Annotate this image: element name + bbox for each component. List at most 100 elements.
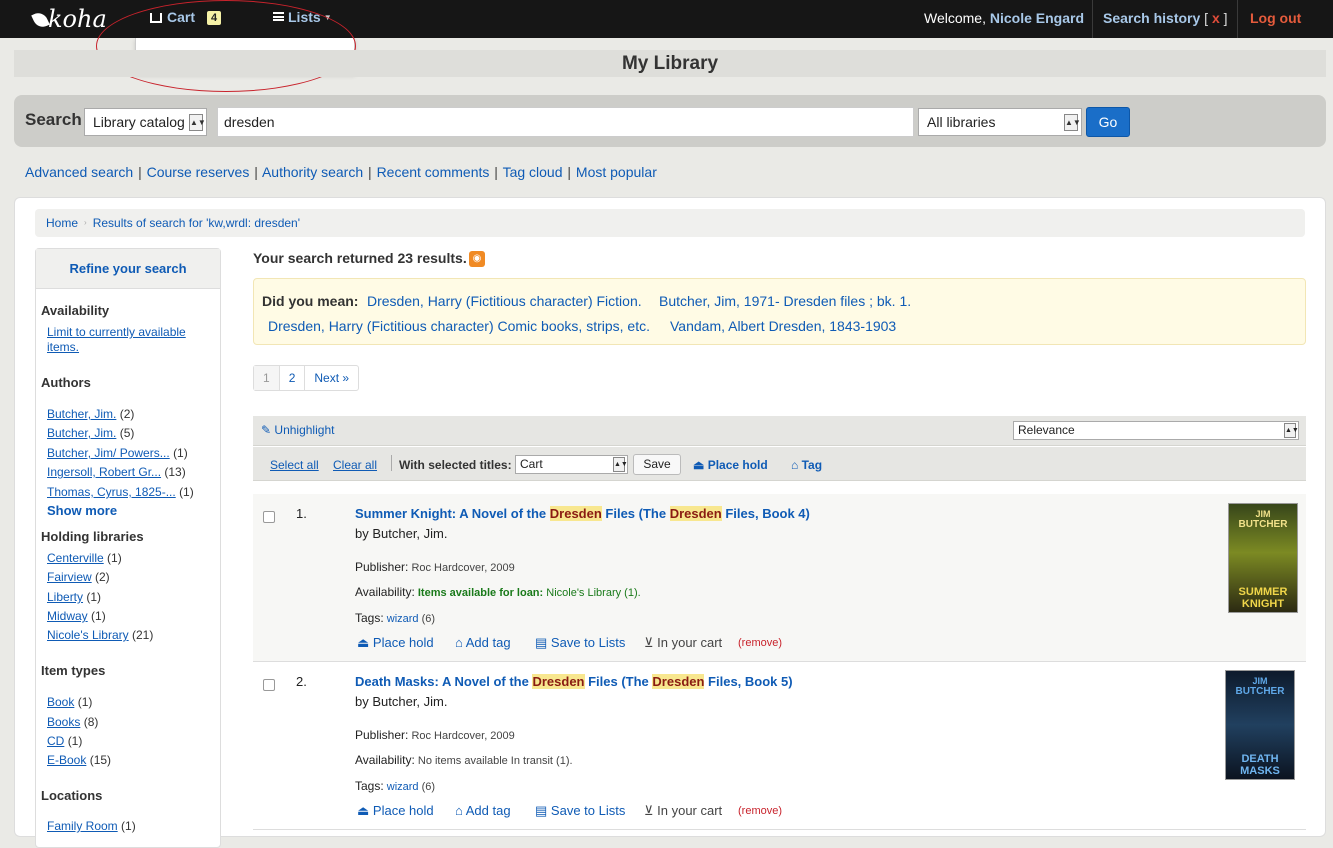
facet-library-link[interactable]: Liberty [47, 590, 83, 604]
authority-search-link[interactable]: Authority search [262, 164, 363, 180]
book-cover[interactable]: JIM BUTCHER SUMMER KNIGHT [1228, 503, 1298, 613]
cart-button[interactable]: Cart 4 [150, 9, 222, 26]
koha-logo[interactable]: koha [31, 5, 107, 33]
facet-library-link[interactable]: Nicole's Library [47, 628, 129, 642]
cart-label: Cart [167, 9, 196, 25]
facet-author-link[interactable]: Butcher, Jim. [47, 426, 116, 440]
facet-author-item[interactable]: Butcher, Jim. (5) [47, 426, 134, 440]
nav-divider [1092, 0, 1093, 38]
suggestion-link[interactable]: Butcher, Jim, 1971- Dresden files ; bk. … [659, 293, 911, 309]
facet-library-item[interactable]: Midway (1) [47, 609, 106, 623]
suggestion-link[interactable]: Dresden, Harry (Fictitious character) Fi… [367, 293, 642, 309]
record-title-link[interactable]: Summer Knight: A Novel of the Dresden Fi… [355, 506, 810, 521]
search-history-link[interactable]: Search history [ x ] [1103, 10, 1228, 26]
recent-comments-link[interactable]: Recent comments [377, 164, 490, 180]
tag-link[interactable]: wizard [387, 613, 419, 625]
select-record-checkbox[interactable] [263, 679, 275, 691]
facet-itemtype-link[interactable]: Book [47, 695, 74, 709]
facet-author-link[interactable]: Thomas, Cyrus, 1825-... [47, 485, 176, 499]
facet-itemtype-item[interactable]: Books (8) [47, 715, 98, 729]
user-name-link[interactable]: Nicole Engard [990, 10, 1084, 26]
place-hold-link[interactable]: ⏏ Place hold [357, 803, 434, 819]
facet-library-link[interactable]: Midway [47, 609, 88, 623]
facet-itemtype-link[interactable]: CD [47, 734, 64, 748]
limit-available-link-text[interactable]: Limit to currently available [47, 325, 186, 339]
sort-select[interactable]: Relevance ▲▼ [1013, 421, 1299, 440]
action-label: Save to Lists [550, 635, 626, 650]
breadcrumb: Home › Results of search for 'kw,wrdl: dre… [35, 209, 1305, 237]
facet-library-item[interactable]: Liberty (1) [47, 590, 101, 604]
book-cover[interactable]: JIM BUTCHER DEATH MASKS [1225, 670, 1295, 780]
suggestion-link[interactable]: Vandam, Albert Dresden, 1843-1903 [670, 318, 896, 334]
show-more-authors[interactable]: Show more [47, 503, 117, 518]
facet-author-item[interactable]: Thomas, Cyrus, 1825-... (1) [47, 485, 194, 499]
facet-itemtype-link[interactable]: E-Book [47, 753, 86, 767]
most-popular-link[interactable]: Most popular [576, 164, 657, 180]
limit-available-link[interactable]: items. [47, 340, 79, 354]
facet-author-link[interactable]: Butcher, Jim. [47, 407, 116, 421]
library-select[interactable]: All libraries ▲▼ [918, 108, 1082, 136]
save-to-lists-link[interactable]: ▤ Save to Lists [535, 803, 625, 819]
remove-from-cart-link[interactable]: (remove) [738, 805, 782, 817]
select-record-checkbox[interactable] [263, 511, 275, 523]
library-name: My Library [14, 50, 1326, 77]
refine-search-header[interactable]: Refine your search [36, 249, 220, 289]
action-label: Place hold [372, 803, 434, 818]
selected-action-select[interactable]: Cart ▲▼ [515, 455, 628, 474]
place-hold-link[interactable]: ⏏ Place hold [357, 635, 434, 651]
rss-icon[interactable]: ◉ [469, 251, 485, 267]
unhighlight-link[interactable]: ✎ Unhighlight [261, 423, 334, 437]
search-scope-select[interactable]: Library catalog ▲▼ [84, 108, 207, 136]
suggestion-link[interactable]: Dresden, Harry (Fictitious character) Co… [268, 318, 650, 334]
tag-selected-button[interactable]: ⌂ Tag [791, 458, 822, 472]
lists-dropdown[interactable]: Lists ▼ [273, 9, 332, 25]
limit-available-link-text[interactable]: items. [47, 340, 79, 354]
facet-itemtype-item[interactable]: E-Book (15) [47, 753, 111, 767]
main-content: Home › Results of search for 'kw,wrdl: dre… [14, 197, 1326, 848]
facet-author-link[interactable]: Butcher, Jim/ Powers... [47, 446, 170, 460]
facet-author-item[interactable]: Ingersoll, Robert Gr... (13) [47, 465, 186, 479]
tag-link[interactable]: wizard [387, 781, 419, 793]
course-reserves-link[interactable]: Course reserves [147, 164, 250, 180]
facet-location-link[interactable]: Family Room [47, 819, 118, 833]
go-button[interactable]: Go [1086, 107, 1130, 137]
place-hold-selected-button[interactable]: ⏏ Place hold [693, 458, 768, 472]
clear-history-button[interactable]: x [1212, 10, 1220, 26]
facet-author-item[interactable]: Butcher, Jim. (2) [47, 407, 134, 421]
facet-library-item[interactable]: Centerville (1) [47, 551, 122, 565]
facet-itemtype-item[interactable]: Book (1) [47, 695, 92, 709]
breadcrumb-current[interactable]: Results of search for 'kw,wrdl: dresden' [93, 216, 300, 230]
save-to-lists-link[interactable]: ▤ Save to Lists [535, 635, 625, 651]
clear-all-link[interactable]: Clear all [333, 458, 377, 472]
availability-label: Availability: [355, 585, 415, 599]
facet-author-link[interactable]: Ingersoll, Robert Gr... [47, 465, 161, 479]
remove-from-cart-link[interactable]: (remove) [738, 637, 782, 649]
show-more-link[interactable]: Show more [47, 503, 117, 518]
facet-itemtype-item[interactable]: CD (1) [47, 734, 82, 748]
next-page-link[interactable]: Next » [305, 366, 358, 390]
breadcrumb-separator: › [84, 218, 87, 227]
facet-library-link[interactable]: Fairview [47, 570, 92, 584]
facet-count: (2) [95, 570, 110, 584]
availability-detail: Nicole's Library (1). [546, 587, 641, 599]
record-number: 1. [296, 506, 307, 521]
logout-link[interactable]: Log out [1250, 10, 1301, 26]
facet-library-item[interactable]: Fairview (2) [47, 570, 110, 584]
facet-author-item[interactable]: Butcher, Jim/ Powers... (1) [47, 446, 188, 460]
limit-available-link[interactable]: Limit to currently available [47, 325, 186, 339]
facet-library-link[interactable]: Centerville [47, 551, 104, 565]
page-2[interactable]: 2 [280, 366, 306, 390]
advanced-search-link[interactable]: Advanced search [25, 164, 133, 180]
facet-count: (5) [119, 426, 135, 440]
breadcrumb-home[interactable]: Home [46, 216, 78, 230]
save-button[interactable]: Save [633, 454, 681, 475]
add-tag-link[interactable]: ⌂ Add tag [455, 635, 511, 650]
add-tag-link[interactable]: ⌂ Add tag [455, 803, 511, 818]
facet-itemtype-link[interactable]: Books [47, 715, 80, 729]
search-query-input[interactable]: dresden [217, 107, 914, 137]
facet-location-item[interactable]: Family Room (1) [47, 819, 136, 833]
record-title-link[interactable]: Death Masks: A Novel of the Dresden File… [355, 674, 793, 689]
facet-library-item[interactable]: Nicole's Library (21) [47, 628, 153, 642]
tag-cloud-link[interactable]: Tag cloud [503, 164, 563, 180]
select-all-link[interactable]: Select all [270, 458, 319, 472]
